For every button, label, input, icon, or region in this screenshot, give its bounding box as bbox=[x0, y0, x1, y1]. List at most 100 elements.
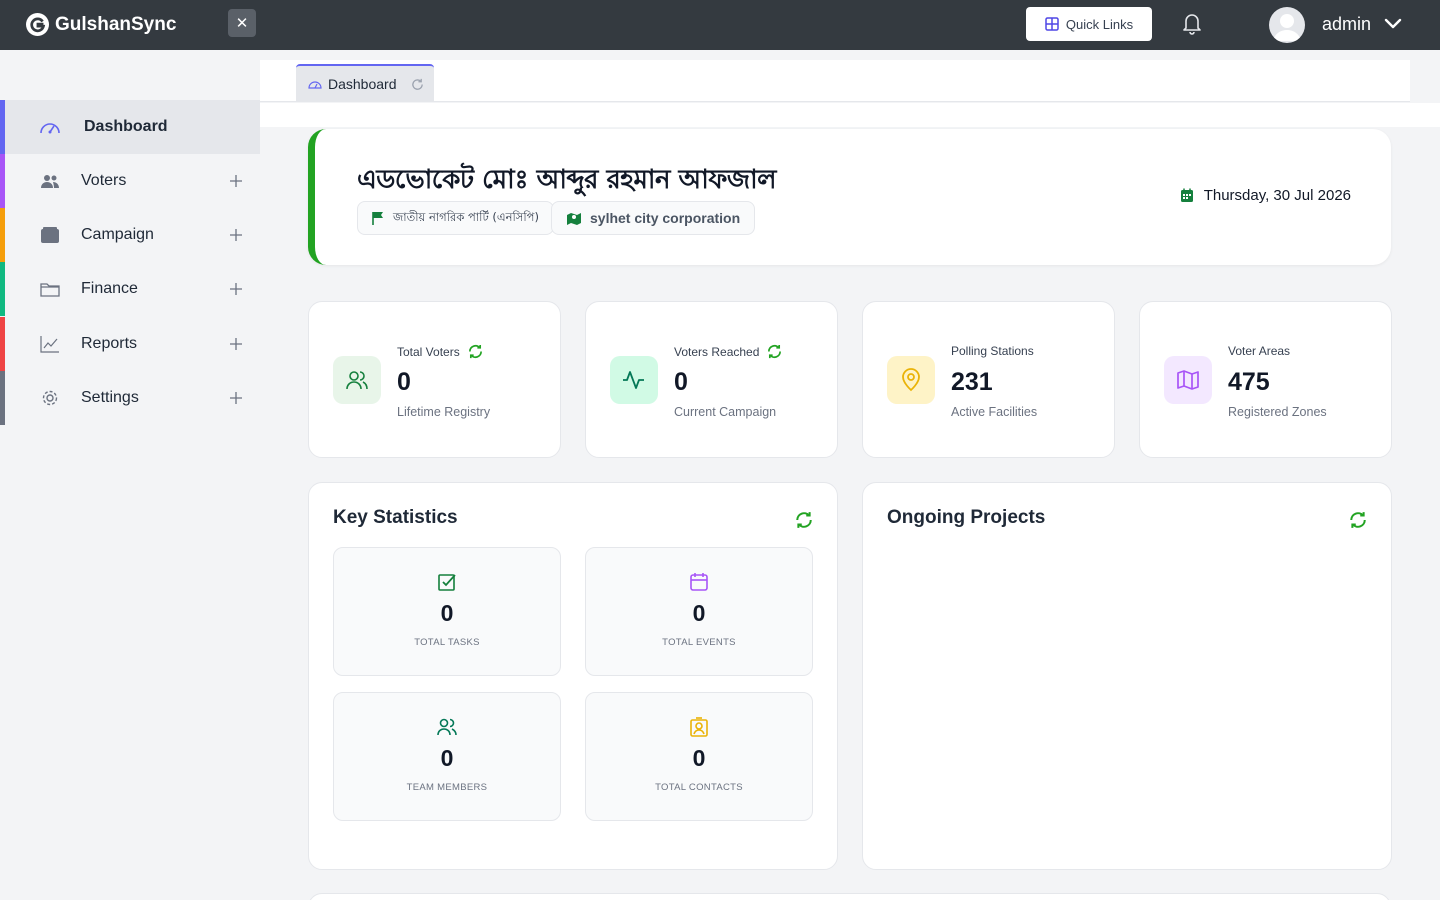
plus-icon[interactable] bbox=[229, 174, 243, 188]
flag-icon bbox=[372, 212, 383, 225]
date-text: Thursday, 30 Jul 2026 bbox=[1203, 187, 1351, 204]
panel-title: Key Statistics bbox=[333, 507, 458, 528]
stat-value: 0 bbox=[674, 368, 688, 396]
brand[interactable]: GulshanSync bbox=[26, 13, 176, 36]
brand-name: GulshanSync bbox=[55, 13, 177, 35]
tab-dashboard[interactable]: Dashboard bbox=[296, 64, 434, 102]
sidebar-item-label: Settings bbox=[81, 389, 139, 406]
stat-card-polling-stations: Polling Stations 231 Active Facilities bbox=[862, 301, 1115, 458]
quick-links-label: Quick Links bbox=[1065, 16, 1134, 32]
content-strip bbox=[260, 103, 1440, 127]
mini-value: 0 bbox=[440, 745, 454, 771]
refresh-icon[interactable] bbox=[468, 344, 483, 359]
calendar-icon bbox=[690, 573, 708, 591]
stat-subtitle: Registered Zones bbox=[1228, 405, 1327, 419]
stat-label: Polling Stations bbox=[951, 344, 1034, 358]
user-name[interactable]: admin bbox=[1322, 14, 1371, 35]
stat-label-text: Voter Areas bbox=[1228, 344, 1291, 358]
plus-icon[interactable] bbox=[229, 391, 243, 405]
sidebar-item-label: Reports bbox=[81, 335, 138, 352]
team-members-card: 0 TEAM MEMBERS bbox=[333, 692, 561, 821]
calendar-icon bbox=[1180, 188, 1193, 202]
users-icon bbox=[39, 170, 61, 192]
mini-label: TOTAL TASKS bbox=[414, 637, 480, 648]
stat-label-text: Total Voters bbox=[397, 344, 460, 359]
bottom-card bbox=[308, 893, 1391, 900]
party-chip: জাতীয় নাগরিক পার্টি (এনসিপি) bbox=[357, 201, 554, 235]
contact-icon bbox=[690, 717, 708, 737]
stat-value: 475 bbox=[1228, 368, 1270, 396]
stat-label: Voter Areas bbox=[1228, 344, 1290, 358]
mini-value: 0 bbox=[440, 600, 454, 626]
total-contacts-card: 0 TOTAL CONTACTS bbox=[585, 692, 813, 821]
mini-label: TEAM MEMBERS bbox=[406, 782, 488, 793]
quick-links-button[interactable]: Quick Links bbox=[1026, 7, 1152, 41]
stat-label-text: Voters Reached bbox=[674, 344, 760, 359]
stat-value: 231 bbox=[951, 368, 993, 396]
sidebar-item-voters[interactable]: Voters bbox=[0, 154, 260, 208]
close-sidebar-button[interactable]: ✕ bbox=[228, 9, 256, 37]
stat-card-total-voters: Total Voters 0 Lifetime Registry bbox=[308, 301, 561, 458]
bell-icon[interactable] bbox=[1181, 11, 1203, 35]
avatar[interactable] bbox=[1269, 7, 1305, 43]
users-icon bbox=[437, 718, 457, 736]
current-date: Thursday, 30 Jul 2026 bbox=[1180, 187, 1351, 204]
total-tasks-card: 0 TOTAL TASKS bbox=[333, 547, 561, 676]
total-events-card: 0 TOTAL EVENTS bbox=[585, 547, 813, 676]
sidebar-item-campaign[interactable]: Campaign bbox=[0, 208, 260, 262]
grid-icon bbox=[1045, 17, 1059, 31]
sidebar-item-label: Dashboard bbox=[84, 118, 168, 135]
refresh-icon[interactable] bbox=[767, 344, 782, 359]
map-icon bbox=[1164, 356, 1212, 404]
users-icon bbox=[333, 356, 381, 404]
plus-icon[interactable] bbox=[229, 337, 243, 351]
stat-label-text: Polling Stations bbox=[951, 344, 1034, 358]
tab-bar: Dashboard bbox=[260, 60, 1410, 102]
refresh-icon[interactable] bbox=[795, 511, 813, 529]
mini-label: TOTAL CONTACTS bbox=[655, 782, 743, 793]
folder-icon bbox=[39, 278, 61, 300]
mini-value: 0 bbox=[692, 745, 706, 771]
panel-title: Ongoing Projects bbox=[887, 507, 1046, 528]
map-pin-icon bbox=[887, 356, 935, 404]
gauge-icon bbox=[39, 116, 61, 138]
stat-label: Total Voters bbox=[397, 344, 483, 359]
stat-card-voter-areas: Voter Areas 475 Registered Zones bbox=[1139, 301, 1392, 458]
mini-value: 0 bbox=[692, 600, 706, 626]
check-square-icon bbox=[438, 574, 456, 591]
sidebar-item-dashboard[interactable]: Dashboard bbox=[0, 100, 260, 154]
chevron-down-icon[interactable] bbox=[1384, 17, 1402, 31]
stat-value: 0 bbox=[397, 368, 411, 396]
sidebar-item-finance[interactable]: Finance bbox=[0, 262, 260, 316]
top-bar: GulshanSync ✕ Quick Links admin bbox=[0, 0, 1440, 50]
activity-icon bbox=[610, 356, 658, 404]
candidate-name: এডভোকেট মোঃ আব্দুর রহমান আফজাল bbox=[357, 165, 777, 195]
party-name: জাতীয় নাগরিক পার্টি (এনসিপি) bbox=[393, 209, 539, 224]
sidebar-item-label: Voters bbox=[81, 172, 127, 189]
ongoing-projects-panel: Ongoing Projects bbox=[862, 482, 1392, 870]
stat-subtitle: Active Facilities bbox=[951, 405, 1038, 419]
sidebar: Dashboard Voters Campaign Finance Report… bbox=[0, 50, 260, 900]
brand-logo-icon bbox=[26, 13, 49, 36]
sidebar-item-settings[interactable]: Settings bbox=[0, 371, 260, 425]
stat-subtitle: Lifetime Registry bbox=[397, 405, 491, 419]
mini-label: TOTAL EVENTS bbox=[662, 637, 736, 648]
sidebar-item-reports[interactable]: Reports bbox=[0, 317, 260, 371]
candidate-header-card: এডভোকেট মোঃ আব্দুর রহমান আফজাল জাতীয় না… bbox=[308, 129, 1391, 265]
stat-subtitle: Current Campaign bbox=[674, 405, 777, 419]
refresh-icon[interactable] bbox=[1349, 511, 1367, 529]
plus-icon[interactable] bbox=[229, 228, 243, 242]
map-location-icon bbox=[567, 213, 581, 225]
sidebar-item-label: Finance bbox=[81, 280, 138, 297]
key-statistics-panel: Key Statistics 0 TOTAL TASKS 0 TOTAL EVE… bbox=[308, 482, 838, 870]
stat-label: Voters Reached bbox=[674, 344, 782, 359]
stat-card-voters-reached: Voters Reached 0 Current Campaign bbox=[585, 301, 838, 458]
sidebar-item-label: Campaign bbox=[81, 226, 154, 243]
tab-label: Dashboard bbox=[328, 76, 397, 92]
location-name: sylhet city corporation bbox=[590, 210, 741, 226]
plus-icon[interactable] bbox=[229, 282, 243, 296]
wallet-icon bbox=[39, 224, 61, 246]
chart-line-icon bbox=[39, 333, 61, 355]
refresh-icon[interactable] bbox=[411, 78, 424, 91]
gear-icon bbox=[39, 387, 61, 409]
